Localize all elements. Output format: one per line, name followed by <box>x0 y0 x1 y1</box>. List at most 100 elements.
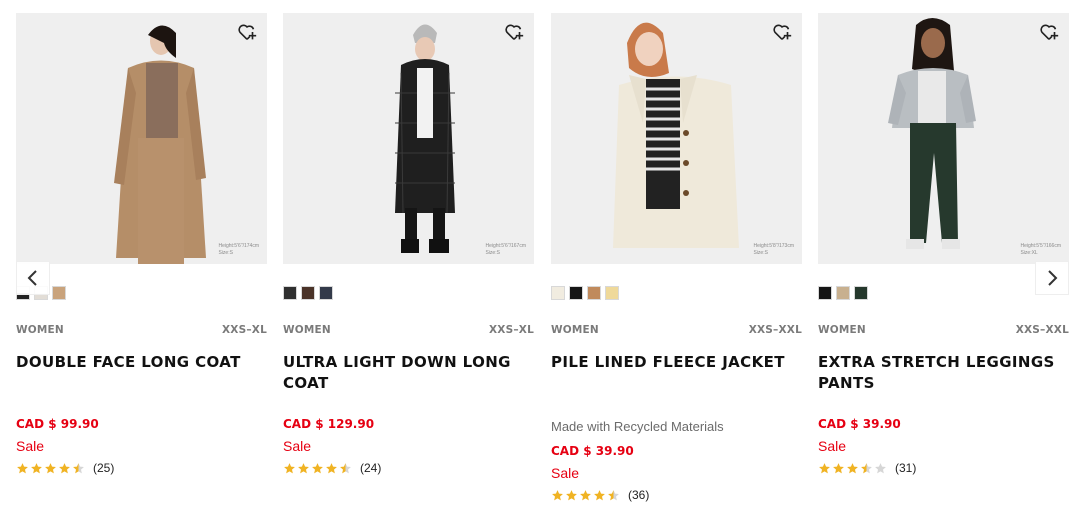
star-icon <box>284 462 295 473</box>
rating: (31) <box>818 460 1069 476</box>
rating: (24) <box>283 460 534 476</box>
product-name[interactable]: DOUBLE FACE LONG COAT <box>16 352 267 373</box>
model-photo <box>395 24 455 253</box>
star-icon <box>552 489 563 500</box>
rating: (25) <box>16 460 267 476</box>
star-rating <box>551 489 620 502</box>
price-block: CAD $ 39.90 Sale (31) <box>818 416 1069 476</box>
star-icon <box>73 462 84 473</box>
product-image[interactable]: Height:5'5"/166cm Size:XL <box>818 13 1069 264</box>
star-icon <box>31 462 42 473</box>
star-rating <box>818 462 887 475</box>
review-count[interactable]: (31) <box>895 461 916 475</box>
model-height: Height:5'6"/167cm <box>485 243 526 249</box>
star-icon <box>580 489 591 500</box>
model-size-note: Height:5'6"/174cm Size:S <box>218 243 259 257</box>
star-icon <box>847 462 858 473</box>
star-icon <box>298 462 309 473</box>
product-name[interactable]: PILE LINED FLEECE JACKET <box>551 352 802 373</box>
chevron-right-icon <box>1048 270 1058 286</box>
product-name[interactable]: ULTRA LIGHT DOWN LONG COAT <box>283 352 534 394</box>
product-image[interactable]: Height:5'6"/167cm Size:S <box>283 13 534 264</box>
star-rating <box>16 462 85 475</box>
star-icon <box>45 462 56 473</box>
color-swatch[interactable] <box>283 286 297 300</box>
product-card[interactable]: Height:5'8"/173cm Size:S WOMEN XXS–XXL P… <box>551 13 802 502</box>
color-swatch[interactable] <box>319 286 333 300</box>
product-card[interactable]: Height:5'6"/167cm Size:S WOMEN XXS–XL UL… <box>283 13 534 475</box>
color-swatch[interactable] <box>836 286 850 300</box>
price-block: CAD $ 99.90 Sale (25) <box>16 416 267 476</box>
model-photo <box>114 25 206 264</box>
product-price: CAD $ 39.90 <box>818 417 901 431</box>
color-swatch[interactable] <box>301 286 315 300</box>
star-icon <box>594 489 605 500</box>
color-swatch[interactable] <box>605 286 619 300</box>
product-note: Made with Recycled Materials <box>551 419 724 434</box>
color-swatch[interactable] <box>569 286 583 300</box>
model-size-note: Height:5'6"/167cm Size:S <box>485 243 526 257</box>
model-size: Size:S <box>218 250 233 256</box>
product-category: WOMEN <box>283 324 331 336</box>
star-icon <box>326 462 337 473</box>
product-category: WOMEN <box>818 324 866 336</box>
color-swatch[interactable] <box>52 286 66 300</box>
product-name[interactable]: EXTRA STRETCH LEGGINGS PANTS <box>818 352 1069 394</box>
star-icon <box>340 462 351 473</box>
color-swatch[interactable] <box>551 286 565 300</box>
model-height: Height:5'5"/166cm <box>1020 243 1061 249</box>
star-icon <box>833 462 844 473</box>
sale-badge: Sale <box>551 465 580 481</box>
model-height: Height:5'6"/174cm <box>218 243 259 249</box>
chevron-left-icon <box>27 270 37 286</box>
heart-plus-icon[interactable] <box>1038 21 1060 43</box>
star-icon <box>608 489 619 500</box>
product-meta: WOMEN XXS–XXL <box>818 324 1069 336</box>
model-photo <box>613 22 739 248</box>
color-swatches <box>818 286 868 300</box>
heart-plus-icon[interactable] <box>236 21 258 43</box>
product-card[interactable]: Height:5'5"/166cm Size:XL WOMEN XXS–XXL … <box>818 13 1069 475</box>
carousel-next-button[interactable] <box>1035 261 1069 295</box>
product-category: WOMEN <box>551 324 599 336</box>
product-image[interactable]: Height:5'8"/173cm Size:S <box>551 13 802 264</box>
product-image[interactable]: Height:5'6"/174cm Size:S <box>16 13 267 264</box>
model-size: Size:S <box>753 250 768 256</box>
color-swatches <box>283 286 333 300</box>
model-photo <box>888 18 976 249</box>
product-card[interactable]: Height:5'6"/174cm Size:S WOMEN XXS–XL DO… <box>16 13 267 475</box>
product-category: WOMEN <box>16 324 64 336</box>
color-swatches <box>551 286 619 300</box>
sale-badge: Sale <box>818 438 847 454</box>
price-block: CAD $ 129.90 Sale (24) <box>283 416 534 476</box>
color-swatch[interactable] <box>587 286 601 300</box>
product-price: CAD $ 39.90 <box>551 444 634 458</box>
model-height: Height:5'8"/173cm <box>753 243 794 249</box>
sale-badge: Sale <box>16 438 45 454</box>
carousel-prev-button[interactable] <box>16 261 50 295</box>
star-icon <box>875 462 886 473</box>
color-swatch[interactable] <box>854 286 868 300</box>
product-sizes: XXS–XL <box>489 324 534 336</box>
product-sizes: XXS–XL <box>222 324 267 336</box>
price-block: Made with Recycled Materials CAD $ 39.90… <box>551 417 802 503</box>
review-count[interactable]: (24) <box>360 461 381 475</box>
heart-plus-icon[interactable] <box>503 21 525 43</box>
product-grid: Height:5'6"/174cm Size:S WOMEN XXS–XL DO… <box>16 13 1069 513</box>
star-icon <box>59 462 70 473</box>
product-sizes: XXS–XXL <box>1015 324 1069 336</box>
review-count[interactable]: (25) <box>93 461 114 475</box>
product-meta: WOMEN XXS–XXL <box>551 324 802 336</box>
heart-plus-icon[interactable] <box>771 21 793 43</box>
star-icon <box>17 462 28 473</box>
star-icon <box>819 462 830 473</box>
model-size: Size:S <box>485 250 500 256</box>
star-icon <box>312 462 323 473</box>
review-count[interactable]: (36) <box>628 488 649 502</box>
product-meta: WOMEN XXS–XL <box>283 324 534 336</box>
color-swatch[interactable] <box>818 286 832 300</box>
product-sizes: XXS–XXL <box>748 324 802 336</box>
rating: (36) <box>551 487 802 503</box>
product-price: CAD $ 99.90 <box>16 417 99 431</box>
model-size: Size:XL <box>1020 250 1038 256</box>
